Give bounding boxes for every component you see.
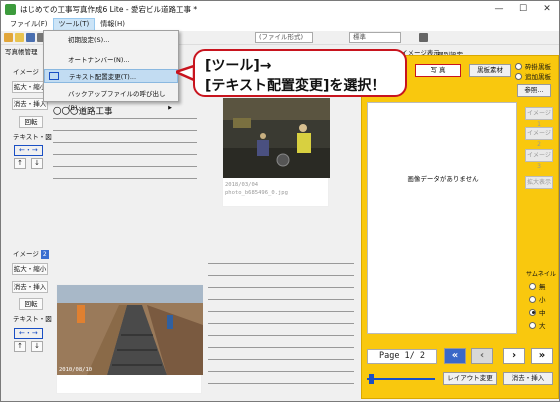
thumb-small[interactable]: 小 xyxy=(529,294,546,304)
thumb-large[interactable]: 大 xyxy=(529,320,546,330)
app-icon xyxy=(5,4,16,15)
radio-label: 中 xyxy=(539,309,546,317)
radio-dot[interactable] xyxy=(515,72,522,80)
thumbnail-label: サムネイル xyxy=(526,271,556,278)
radio-label: 砕掛黒板 xyxy=(525,63,551,71)
zoom-button-2[interactable]: 拡大・縮小 xyxy=(12,263,48,275)
image-label-text-2: イメージ xyxy=(13,250,39,258)
blackboard-button[interactable]: 黒板素材 xyxy=(469,64,511,77)
prev-page-button[interactable]: ‹ xyxy=(471,348,493,364)
no-image-message: 画像データがありません xyxy=(407,175,479,183)
menu-item-settings[interactable]: 初期設定(S)... xyxy=(44,33,178,47)
radio-blackboard-1[interactable]: 砕掛黒板 xyxy=(515,61,551,71)
next-page-button[interactable]: › xyxy=(503,348,525,364)
zoom-view-button[interactable]: 拡大表示 xyxy=(525,176,553,189)
move-down-button[interactable]: ↓ xyxy=(31,158,43,169)
photo-date-1: 2018/03/04 xyxy=(225,182,259,188)
instruction-callout: [ツール]→ [テキスト配置変更]を選択！ xyxy=(193,49,407,97)
maximize-button[interactable]: ☐ xyxy=(511,1,535,18)
photo-file-1: photo_b685496_0.jpg xyxy=(225,190,288,196)
text-layout-icon xyxy=(49,72,59,80)
callout-line-2: [テキスト配置変更]を選択！ xyxy=(205,78,386,94)
size-select[interactable]: 標準 xyxy=(349,32,401,43)
radio-dot[interactable] xyxy=(529,308,536,316)
window-title: はじめての工事写真作成6 Lite - 愛宕ビル道路工事 * xyxy=(20,5,198,14)
last-page-button[interactable]: » xyxy=(531,348,553,364)
construction-photo-2 xyxy=(57,285,203,375)
image-2-button[interactable]: イメージ2 xyxy=(525,127,553,148)
title-bar: はじめての工事写真作成6 Lite - 愛宕ビル道路工事 * — ☐ ✕ xyxy=(1,1,559,18)
move-down-button-2[interactable]: ↓ xyxy=(31,341,43,352)
image-1-button[interactable]: イメージ1 xyxy=(525,107,553,128)
page-slider[interactable] xyxy=(367,374,435,384)
tools-dropdown-menu: 初期設定(S)... オートナンバー(N)... テキスト配置変更(T)... … xyxy=(43,30,179,112)
format-select[interactable]: (ファイル形式) xyxy=(255,32,313,43)
first-page-button[interactable]: « xyxy=(444,348,466,364)
app-window: はじめての工事写真作成6 Lite - 愛宕ビル道路工事 * — ☐ ✕ ファイ… xyxy=(0,0,560,402)
radio-label: 追加黒板 xyxy=(525,73,551,81)
thumb-medium[interactable]: 中 xyxy=(529,307,546,317)
callout-line-1: [ツール]→ xyxy=(205,58,272,74)
open-icon[interactable] xyxy=(15,33,24,42)
minimize-button[interactable]: — xyxy=(487,1,511,18)
page-indicator: Page 1/ 2 xyxy=(367,349,437,364)
text-figure-label: テキスト・図 xyxy=(13,133,52,141)
menu-item-autonumber[interactable]: オートナンバー(N)... xyxy=(44,53,178,67)
text-position-control[interactable]: ←・→ xyxy=(14,145,43,156)
radio-label: 大 xyxy=(539,322,546,330)
move-up-button-2[interactable]: ↑ xyxy=(14,341,26,352)
submenu-arrow-icon: ▶ xyxy=(168,105,172,111)
layout-change-button[interactable]: レイアウト変更 xyxy=(443,372,497,385)
text-position-control-2[interactable]: ←・→ xyxy=(14,328,43,339)
radio-dot[interactable] xyxy=(529,282,536,290)
rotate-button-2[interactable]: 回転 xyxy=(19,298,43,310)
photo-button[interactable]: 写 真 xyxy=(415,64,461,77)
radio-blackboard-2[interactable]: 追加黒板 xyxy=(515,71,551,81)
construction-photo-1 xyxy=(223,98,330,178)
thumb-none[interactable]: 無 xyxy=(529,281,546,291)
radio-label: 無 xyxy=(539,283,546,291)
image-preview: 画像データがありません xyxy=(367,102,517,334)
erase-insert-button-2[interactable]: 消去・挿入 xyxy=(12,281,48,293)
menu-item-backup[interactable]: バックアップファイルの呼び出し(B)... ▶ xyxy=(44,87,178,112)
radio-dot[interactable] xyxy=(515,62,522,70)
browse-button[interactable]: 参照... xyxy=(517,84,551,97)
photo-date-2: 2010/08/10 xyxy=(59,367,93,373)
image-3-button[interactable]: イメージ3 xyxy=(525,149,553,170)
image-2-label: イメージ 2 xyxy=(13,249,49,260)
backup-label: バックアップファイルの呼び出し(B)... xyxy=(68,90,166,112)
radio-label: 小 xyxy=(539,296,546,304)
photo-frame-1[interactable]: 2018/03/04 photo_b685496_0.jpg xyxy=(222,97,330,207)
save-icon[interactable] xyxy=(26,33,35,42)
image-label-text: イメージ xyxy=(13,68,39,76)
radio-dot[interactable] xyxy=(529,321,536,329)
menu-item-text-layout[interactable]: テキスト配置変更(T)... xyxy=(44,69,178,83)
text-figure-label-2: テキスト・図 xyxy=(13,315,52,323)
image-1-label: イメージ xyxy=(13,67,39,78)
rotate-button[interactable]: 回転 xyxy=(19,116,43,128)
close-button[interactable]: ✕ xyxy=(535,1,559,18)
move-up-button[interactable]: ↑ xyxy=(14,158,26,169)
album-tab[interactable]: 写真帳管理 xyxy=(5,47,38,58)
radio-dot[interactable] xyxy=(529,295,536,303)
erase-insert-button-right[interactable]: 消去・挿入 xyxy=(503,372,553,385)
photo-frame-2[interactable]: 2010/08/10 xyxy=(56,284,203,394)
color-icon[interactable] xyxy=(419,33,428,42)
new-icon[interactable] xyxy=(4,33,13,42)
image-2-badge: 2 xyxy=(40,250,49,259)
